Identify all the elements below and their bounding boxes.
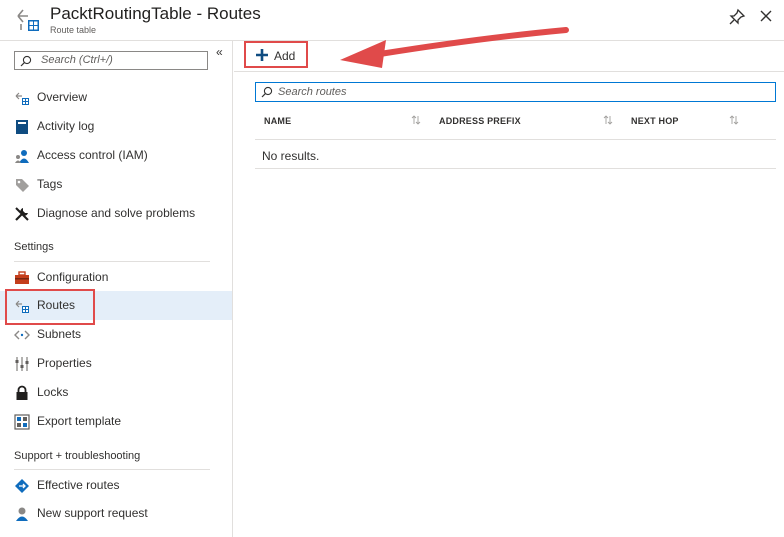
add-highlight-box xyxy=(244,41,308,68)
sidebar-item-label: Export template xyxy=(37,414,122,428)
page-subtitle: Route table xyxy=(50,25,97,35)
sidebar-item-label: Effective routes xyxy=(37,478,120,492)
sort-icon[interactable] xyxy=(411,114,421,126)
sidebar-item-label: Tags xyxy=(37,177,63,191)
sidebar-item-locks[interactable]: Locks xyxy=(0,378,232,407)
effective-routes-icon xyxy=(15,479,29,493)
search-icon xyxy=(20,55,32,67)
sidebar-item-properties[interactable]: Properties xyxy=(0,349,232,378)
support-request-icon xyxy=(16,507,28,521)
activity-log-icon xyxy=(16,120,28,134)
sidebar-item-label: Diagnose and solve problems xyxy=(37,206,196,220)
column-header-name[interactable]: NAME xyxy=(264,116,291,126)
sidebar-item-access-control[interactable]: Access control (IAM) xyxy=(0,141,232,170)
sidebar-item-diagnose[interactable]: Diagnose and solve problems xyxy=(0,199,232,228)
export-template-icon xyxy=(14,414,30,430)
wrench-icon xyxy=(15,207,29,221)
sidebar-item-configuration[interactable]: Configuration xyxy=(0,263,232,292)
toolbox-icon xyxy=(15,271,29,284)
empty-state-text: No results. xyxy=(262,149,320,163)
sidebar-search-input[interactable]: Search (Ctrl+/) xyxy=(14,51,208,70)
sidebar-item-label: Activity log xyxy=(37,119,95,133)
route-table-icon xyxy=(15,92,29,105)
sort-icon[interactable] xyxy=(729,114,739,126)
routes-search-input[interactable]: Search routes xyxy=(255,82,776,102)
close-icon[interactable] xyxy=(758,8,774,24)
sidebar-item-label: Access control (IAM) xyxy=(37,148,148,162)
subnet-icon xyxy=(14,330,30,340)
section-divider xyxy=(14,261,210,262)
sidebar-item-label: Properties xyxy=(37,356,92,370)
sidebar-item-effective-routes[interactable]: Effective routes xyxy=(0,471,232,500)
sidebar-item-label: Overview xyxy=(37,90,88,104)
sidebar-item-tags[interactable]: Tags xyxy=(0,170,232,199)
iam-icon xyxy=(15,150,29,163)
section-divider xyxy=(14,469,210,470)
sidebar-item-label: Locks xyxy=(37,385,69,399)
table-row-divider xyxy=(255,168,776,169)
sidebar-item-new-support-request[interactable]: New support request xyxy=(0,499,232,528)
page-title: PacktRoutingTable - Routes xyxy=(50,4,261,23)
column-header-next-hop[interactable]: NEXT HOP xyxy=(631,116,679,126)
collapse-sidebar-button[interactable]: « xyxy=(216,45,223,59)
section-heading-settings: Settings xyxy=(14,241,54,253)
annotation-arrow-icon xyxy=(340,27,569,68)
section-heading-support: Support + troubleshooting xyxy=(14,450,141,462)
table-header-divider xyxy=(255,139,776,140)
sidebar-item-label: Configuration xyxy=(37,270,109,284)
sidebar-item-label: New support request xyxy=(37,506,148,520)
lock-icon xyxy=(16,385,28,400)
sidebar-divider xyxy=(232,41,233,537)
tag-icon xyxy=(16,179,29,192)
sidebar-item-activity-log[interactable]: Activity log xyxy=(0,112,232,141)
sidebar-item-label: Subnets xyxy=(37,327,82,341)
routes-highlight-box xyxy=(5,289,95,325)
sidebar-item-export-template[interactable]: Export template xyxy=(0,407,232,436)
column-header-address-prefix[interactable]: ADDRESS PREFIX xyxy=(439,116,521,126)
properties-icon xyxy=(15,357,29,371)
sidebar-search-placeholder: Search (Ctrl+/) xyxy=(41,54,113,66)
sidebar-item-overview[interactable]: Overview xyxy=(0,83,232,112)
route-table-icon xyxy=(17,9,39,31)
routes-search-placeholder: Search routes xyxy=(278,86,347,98)
search-icon xyxy=(261,86,273,98)
sort-icon[interactable] xyxy=(603,114,613,126)
pin-icon[interactable] xyxy=(728,8,746,26)
